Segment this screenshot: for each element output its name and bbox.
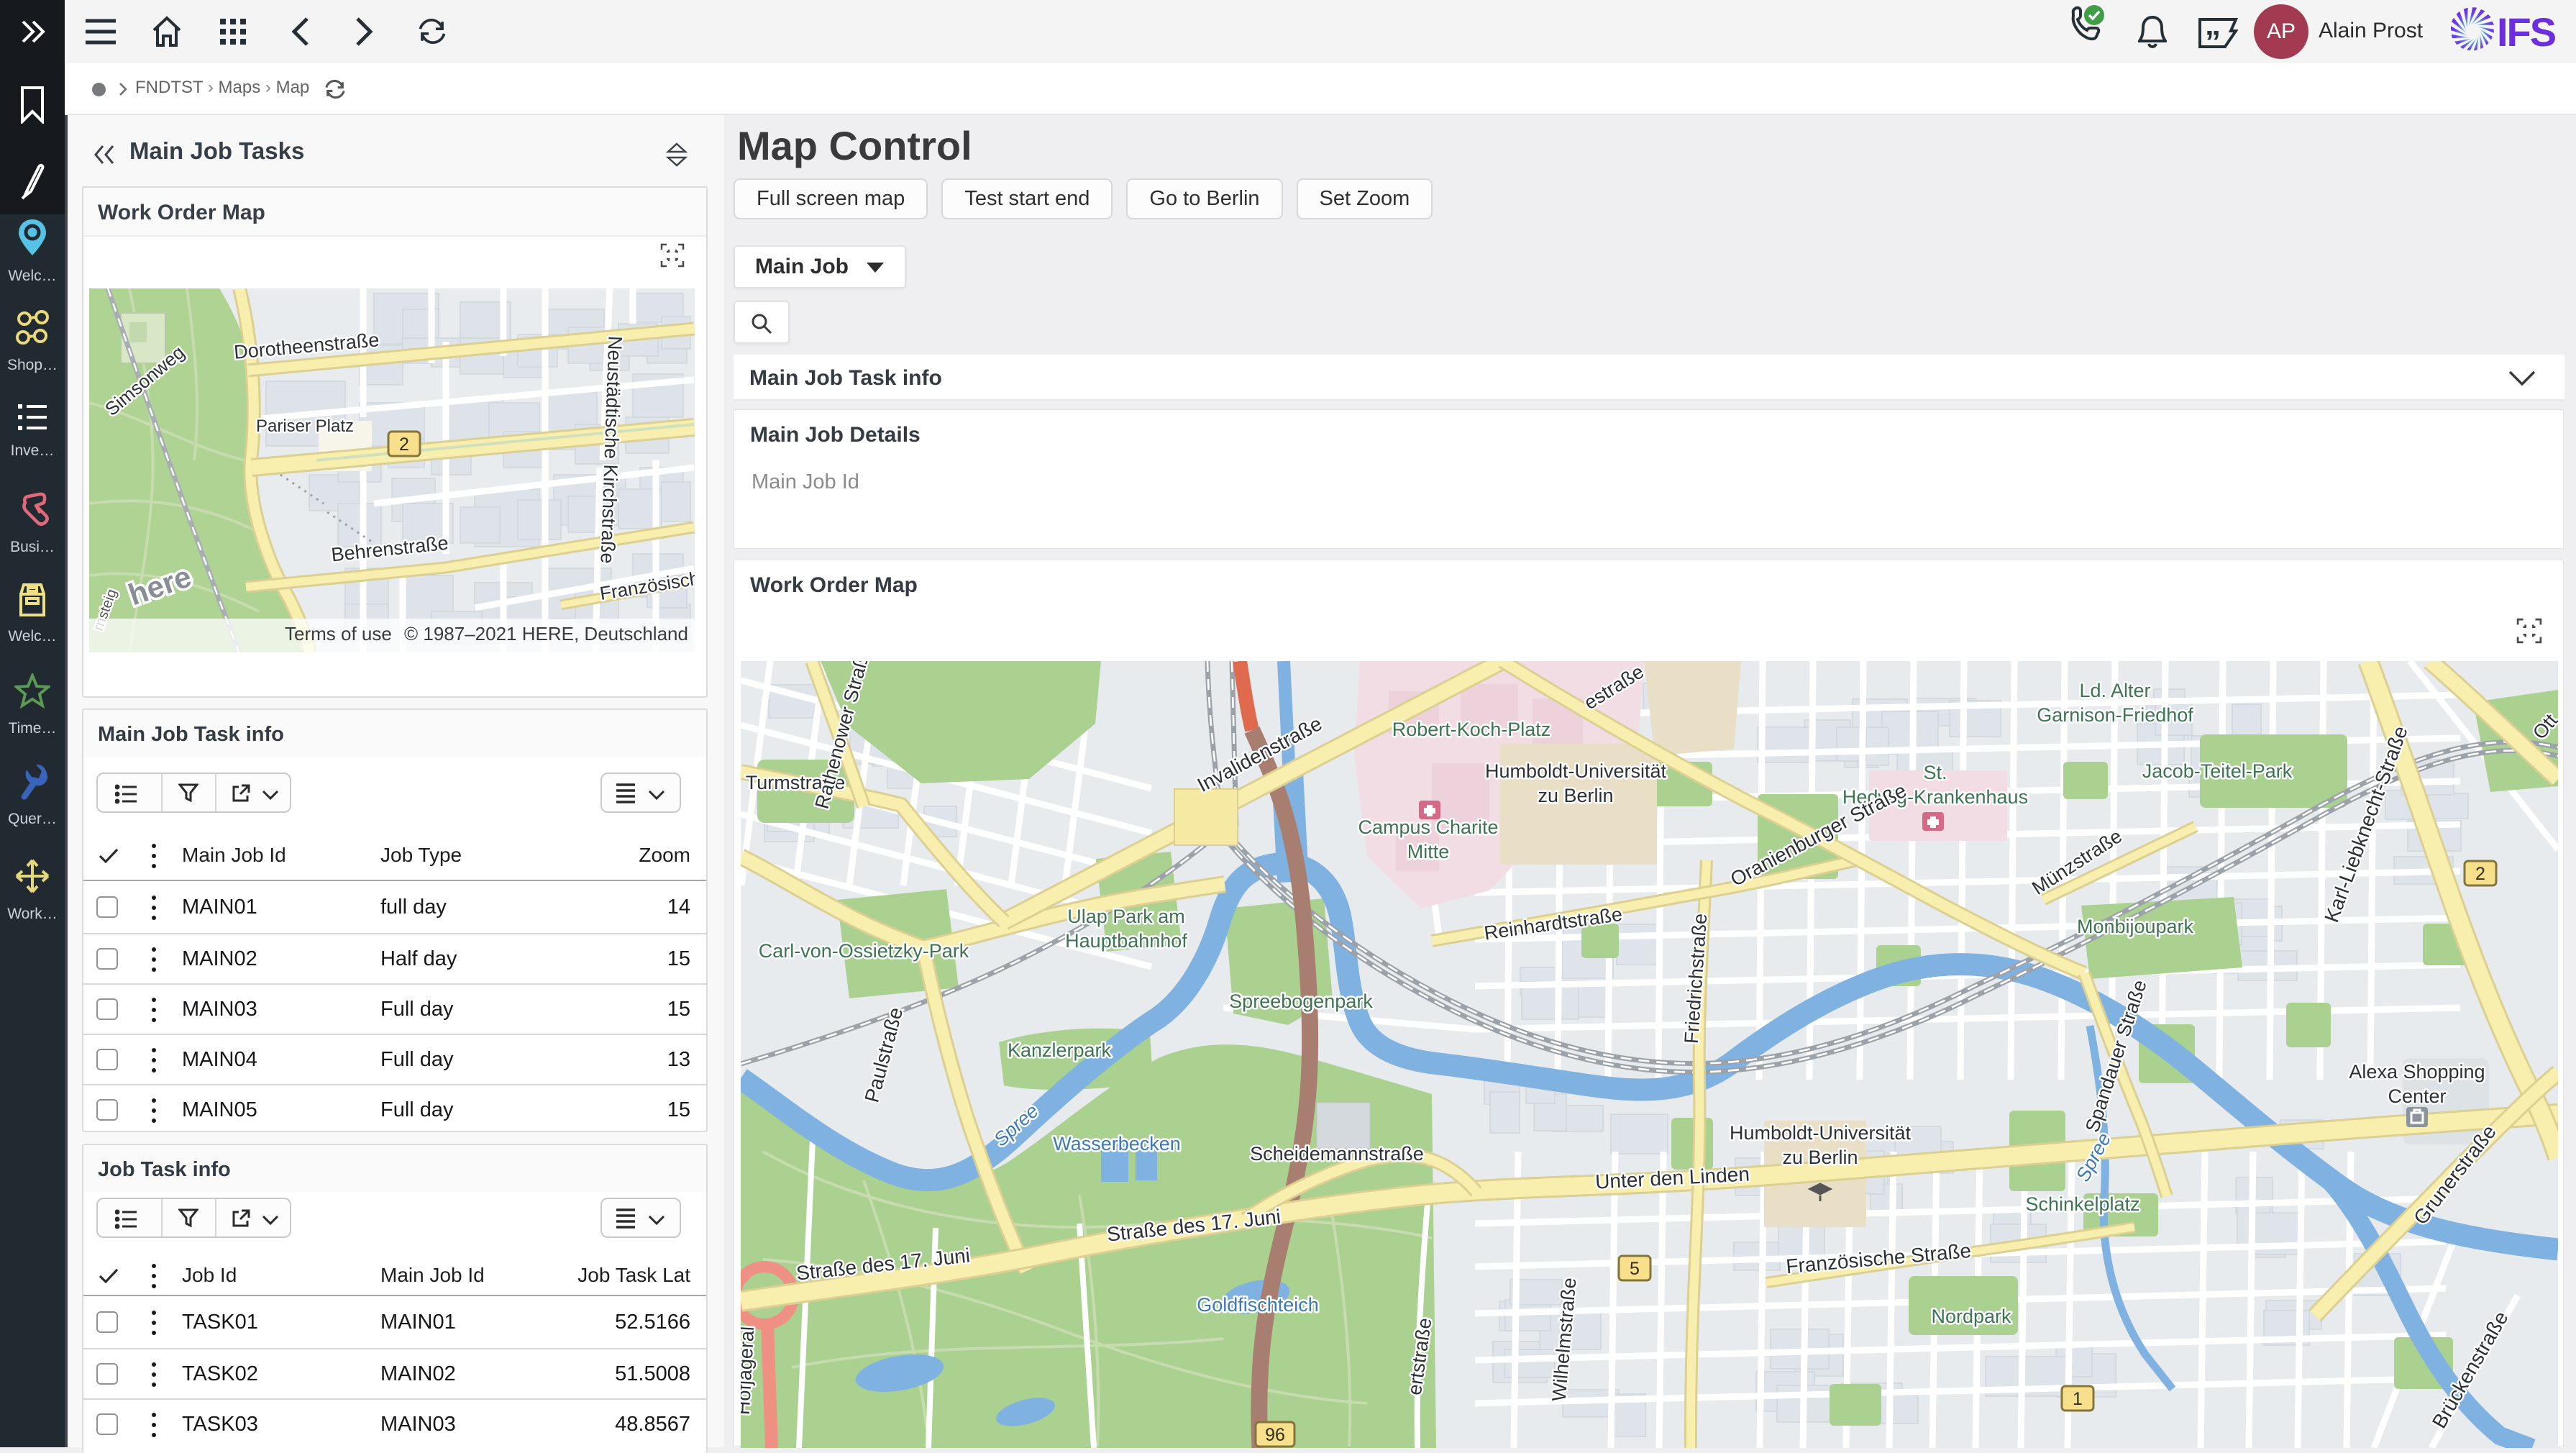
svg-text:Carl-von-Ossietzky-Park: Carl-von-Ossietzky-Park (759, 940, 969, 962)
svg-text:Monbijoupark: Monbijoupark (2077, 916, 2194, 937)
svg-text:Mitte: Mitte (1407, 841, 1450, 862)
svg-text:”: ” (2205, 24, 2221, 49)
svg-text:zu Berlin: zu Berlin (1782, 1147, 1858, 1168)
svg-text:Wasserbecken: Wasserbecken (1053, 1133, 1181, 1154)
svg-text:Pariser Platz: Pariser Platz (256, 416, 354, 436)
svg-text:1: 1 (2073, 1389, 2083, 1409)
svg-text:2: 2 (2475, 864, 2485, 884)
svg-text:Jacob-Teitel-Park: Jacob-Teitel-Park (2142, 760, 2293, 782)
svg-text:Ld. Alter: Ld. Alter (2079, 680, 2150, 701)
svg-text:IFS: IFS (2497, 9, 2556, 55)
svg-text:Goldfischteich: Goldfischteich (1197, 1294, 1319, 1316)
svg-text:Humboldt-Universität: Humboldt-Universität (1485, 760, 1667, 782)
svg-text:Kanzlerpark: Kanzlerpark (1008, 1039, 1112, 1061)
svg-text:Hauptbahnhof: Hauptbahnhof (1065, 930, 1187, 952)
svg-text:2: 2 (399, 434, 409, 455)
svg-text:St.: St. (1923, 762, 1947, 783)
svg-text:© 1987–2021 HERE, Deutschland: © 1987–2021 HERE, Deutschland (404, 623, 688, 644)
svg-text:Garnison-Friedhof: Garnison-Friedhof (2037, 704, 2193, 726)
svg-text:Terms of use: Terms of use (285, 623, 392, 644)
svg-text:Ulap Park am: Ulap Park am (1067, 906, 1185, 927)
svg-text:Schinkelplatz: Schinkelplatz (2025, 1193, 2139, 1215)
svg-text:Spreebogenpark: Spreebogenpark (1229, 990, 1373, 1012)
svg-text:Humboldt-Universität: Humboldt-Universität (1730, 1122, 1912, 1144)
svg-text:Robert-Koch-Platz: Robert-Koch-Platz (1392, 719, 1551, 740)
svg-text:Nordpark: Nordpark (1931, 1306, 2011, 1327)
svg-text:Alexa Shopping: Alexa Shopping (2349, 1061, 2485, 1083)
svg-text:Campus Charite: Campus Charite (1358, 816, 1498, 838)
svg-text:5: 5 (1630, 1259, 1640, 1279)
svg-text:Center: Center (2388, 1085, 2446, 1107)
svg-text:Scheidemannstraße: Scheidemannstraße (1250, 1143, 1424, 1165)
svg-text:96: 96 (1265, 1425, 1285, 1445)
svg-text:zu Berlin: zu Berlin (1538, 785, 1613, 806)
